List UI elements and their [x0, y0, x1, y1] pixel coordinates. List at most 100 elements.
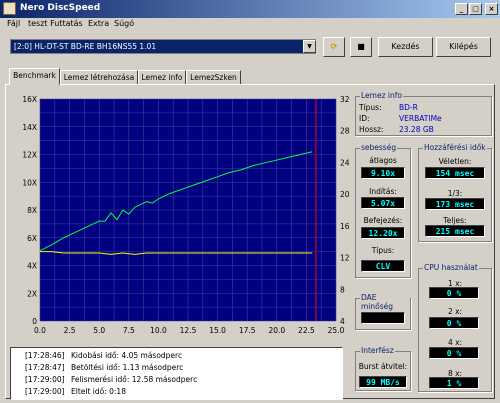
disc-info-title: Lemez info — [360, 91, 403, 100]
tab-disc-scan[interactable]: LemezSzken — [186, 70, 241, 85]
menu-run-test[interactable]: teszt Futtatás — [28, 19, 83, 28]
speed-start-label: Indítás: — [369, 187, 397, 196]
menu-bar: Fájl teszt Futtatás Extra Súgó — [0, 18, 500, 31]
speed-type-label: Típus: — [371, 246, 395, 255]
log-message: Felismerési idő: 12.58 másodperc — [71, 375, 198, 384]
y2-tick-label: 16 — [340, 222, 350, 231]
cpu-2x-value: 0 % — [429, 317, 479, 329]
drive-select[interactable]: [2:0] HL-DT-ST BD-RE BH16NS55 1.01 — [10, 39, 316, 54]
tab-benchmark[interactable]: Benchmark — [9, 68, 60, 85]
interface-title: Interfész — [360, 346, 395, 355]
access-third-label: 1/3: — [447, 189, 463, 198]
x-tick-label: 10.0 — [150, 326, 167, 335]
y-tick-label: 6X — [27, 234, 37, 243]
disc-capacity-label: Hossz: — [359, 125, 384, 134]
speed-end-value: 12.20x — [361, 227, 405, 239]
disc-capacity-value: 23.28 GB — [399, 125, 434, 134]
y-tick-label: 0 — [32, 317, 37, 326]
menu-file[interactable]: Fájl — [7, 19, 20, 28]
save-button[interactable]: ■ — [350, 37, 372, 57]
disc-id-label: ID: — [359, 114, 370, 123]
dae-quality-group: DAE minőség — [355, 293, 411, 330]
cpu-usage-group: CPU használat 1 x: 0 % 2 x: 0 % 4 x: 0 %… — [418, 263, 492, 392]
floppy-icon: ■ — [357, 42, 365, 51]
y2-tick-label: 12 — [340, 254, 350, 263]
access-random-value: 154 msec — [425, 167, 485, 179]
log-message: Kidobási idő: 4.05 másodperc — [71, 351, 183, 360]
log-time: [17:29:00] — [25, 375, 65, 384]
menu-help[interactable]: Súgó — [114, 19, 134, 28]
app-icon — [3, 2, 16, 15]
log-time: [17:29:00] — [25, 387, 65, 396]
tab-create-disc[interactable]: Lemez létrehozása — [60, 70, 138, 85]
exit-button[interactable]: Kilépés — [436, 37, 491, 57]
grid — [39, 98, 337, 322]
disc-id-value: VERBATIMe — [399, 114, 442, 123]
y-tick-labels: 0 2X 4X 6X 8X 10X 12X 14X 16X — [22, 95, 37, 326]
y-tick-label: 10X — [22, 178, 37, 187]
x-tick-label: 7.5 — [123, 326, 135, 335]
access-random-label: Véletlen: — [438, 157, 472, 166]
y-tick-label: 2X — [27, 289, 37, 298]
y2-tick-label: 8 — [340, 285, 345, 294]
y-tick-label: 8X — [27, 206, 37, 215]
y2-tick-label: 32 — [340, 95, 350, 104]
menu-extra[interactable]: Extra — [88, 19, 109, 28]
x-tick-label: 25.0 — [328, 326, 345, 335]
minimize-button[interactable]: _ — [455, 3, 468, 15]
x-tick-label: 5.0 — [93, 326, 105, 335]
log-time: [17:28:46] — [25, 351, 65, 360]
speed-start-value: 5.07x — [361, 197, 405, 209]
x-tick-label: 20.0 — [268, 326, 285, 335]
window-title: Nero DiscSpeed — [20, 3, 101, 13]
access-full-label: Teljes: — [443, 216, 467, 225]
access-full-value: 215 msec — [425, 225, 485, 237]
x-tick-labels: 0.0 2.5 5.0 7.5 10.0 12.5 15.0 17.5 20.0 22.5 25.0 — [34, 326, 345, 335]
cpu-4x-label: 4 x: — [447, 338, 463, 347]
dae-quality-title: DAE minőség — [360, 293, 410, 311]
x-tick-label: 2.5 — [64, 326, 76, 335]
x-tick-label: 15.0 — [209, 326, 226, 335]
speed-average-label: átlagos — [369, 156, 397, 165]
cpu-4x-value: 0 % — [429, 347, 479, 359]
x-tick-label: 17.5 — [239, 326, 256, 335]
y-tick-label: 14X — [22, 123, 37, 132]
disc-info-group: Lemez info Típus: BD-R ID: VERBATIMe Hos… — [355, 91, 492, 136]
y-tick-label: 4X — [27, 262, 37, 271]
maximize-button[interactable]: □ — [469, 3, 482, 15]
x-tick-label: 0.0 — [34, 326, 46, 335]
access-times-title: Hozzáférési idők — [423, 143, 487, 152]
refresh-button[interactable]: ⟳ — [323, 37, 345, 57]
tab-disc-info[interactable]: Lemez info — [138, 70, 186, 85]
disc-type-label: Típus: — [359, 103, 382, 112]
y2-tick-label: 20 — [340, 190, 350, 199]
start-button[interactable]: Kezdés — [378, 37, 433, 57]
x-tick-label: 22.5 — [298, 326, 315, 335]
refresh-icon: ⟳ — [330, 42, 338, 51]
y2-tick-label: 24 — [340, 158, 350, 167]
access-times-group: Hozzáférési idők Véletlen: 154 msec 1/3:… — [418, 143, 492, 242]
close-button[interactable]: × — [485, 3, 498, 15]
burst-rate-label: Burst átvitel: — [358, 362, 408, 371]
burst-rate-value: 99 MB/s — [359, 376, 407, 388]
speed-end-label: Befejezés: — [363, 216, 403, 225]
cpu-2x-label: 2 x: — [447, 307, 463, 316]
benchmark-chart: 0.0 2.5 5.0 7.5 10.0 12.5 15.0 17.5 20.0 22.5 25.0… — [22, 95, 350, 335]
speed-average-value: 9.10x — [361, 167, 405, 179]
chevron-down-icon[interactable]: ▼ — [303, 40, 316, 53]
cpu-8x-value: 1 % — [429, 377, 479, 389]
log-time: [17:28:47] — [25, 363, 65, 372]
title-bar: Nero DiscSpeed _ □ × — [0, 0, 500, 18]
access-third-value: 173 msec — [425, 198, 485, 210]
dae-quality-value — [361, 312, 405, 324]
y2-tick-labels: 4 8 12 16 20 24 28 32 — [340, 95, 350, 326]
speed-title: sebesség — [360, 143, 398, 152]
disc-type-value: BD-R — [399, 103, 418, 112]
cpu-1x-value: 0 % — [429, 287, 479, 299]
cpu-usage-title: CPU használat — [423, 263, 479, 272]
y2-tick-label: 28 — [340, 127, 350, 136]
interface-group: Interfész Burst átvitel: 99 MB/s — [355, 346, 411, 391]
log-message: Eltelt idő: 0:18 — [71, 387, 126, 396]
log-list[interactable]: [17:28:46] Kidobási idő: 4.05 másodperc … — [10, 347, 343, 400]
speed-type-value: CLV — [361, 260, 405, 272]
